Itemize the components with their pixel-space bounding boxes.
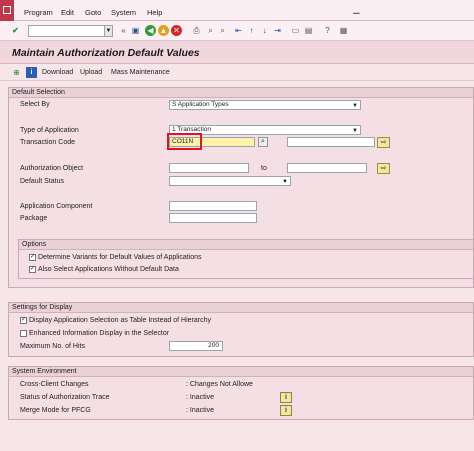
max-hits-input[interactable]: 200: [169, 341, 223, 351]
chevron-down-icon: ▼: [352, 103, 358, 109]
mass-maintenance-button[interactable]: Mass Maintenance: [111, 69, 170, 76]
next-page-icon[interactable]: ↓: [259, 25, 270, 36]
merge-mode-label: Merge Mode for PFCG: [20, 407, 91, 414]
default-status-label: Default Status: [20, 178, 64, 185]
settings-display-header: Settings for Display: [12, 304, 73, 311]
help-icon[interactable]: ?: [322, 25, 333, 36]
authorization-object-to-input[interactable]: [287, 163, 367, 173]
menu-edit[interactable]: Edit: [61, 8, 74, 17]
chevron-down-icon: ▼: [352, 128, 358, 134]
cancel-icon[interactable]: ✕: [171, 25, 182, 36]
system-toolbar: ✔ ▼ « ▣ ◀ ▲ ✕ ⎙ ⌕ ⌕ ⇤ ↑ ↓ ⇥ ▭ ▤ ? ▦: [0, 21, 474, 41]
enter-icon[interactable]: ✔: [10, 25, 21, 36]
options-header: Options: [22, 241, 47, 248]
cross-client-value: : Changes Not Allowe: [186, 381, 253, 388]
default-selection-header: Default Selection: [12, 89, 65, 96]
sap-menu-icon[interactable]: [0, 0, 14, 21]
command-field[interactable]: [28, 25, 112, 37]
highlight-box: [167, 133, 202, 150]
merge-mode-info-icon[interactable]: i: [280, 405, 292, 416]
package-label: Package: [20, 215, 48, 222]
type-of-application-label: Type of Application: [20, 127, 79, 134]
menu-program[interactable]: Program: [24, 8, 53, 17]
menu-system[interactable]: System: [111, 8, 136, 17]
display-as-table-checkbox[interactable]: ✓: [20, 317, 27, 324]
application-component-input[interactable]: [169, 201, 257, 211]
menu-help[interactable]: Help: [147, 8, 162, 17]
exit-icon[interactable]: ▲: [158, 25, 169, 36]
info-icon[interactable]: i: [26, 67, 37, 78]
last-page-icon[interactable]: ⇥: [272, 25, 283, 36]
application-component-label: Application Component: [20, 203, 93, 210]
page-title: Maintain Authorization Default Values: [12, 47, 200, 59]
to-label: to: [261, 165, 267, 172]
command-history-icon[interactable]: ▼: [104, 25, 113, 37]
default-status-dropdown[interactable]: ▼: [169, 176, 291, 186]
determine-variants-label: Determine Variants for Default Values of…: [38, 254, 202, 261]
download-button[interactable]: Download: [42, 69, 73, 76]
transaction-code-label: Transaction Code: [20, 139, 75, 146]
upload-button[interactable]: Upload: [80, 69, 102, 76]
execute-icon[interactable]: ⊕: [11, 67, 22, 78]
determine-variants-checkbox[interactable]: ✓: [29, 254, 36, 261]
title-bar: Maintain Authorization Default Values: [0, 41, 474, 64]
back-arrows-icon[interactable]: «: [118, 25, 129, 36]
select-without-default-label: Also Select Applications Without Default…: [38, 266, 179, 273]
authorization-object-label: Authorization Object: [20, 165, 84, 172]
save-icon[interactable]: ▣: [130, 25, 141, 36]
first-page-icon[interactable]: ⇤: [233, 25, 244, 36]
select-by-label: Select By: [20, 101, 50, 108]
max-hits-label: Maximum No. of Hits: [20, 343, 85, 350]
print-icon[interactable]: ⎙: [191, 25, 202, 36]
enhanced-info-checkbox[interactable]: [20, 330, 27, 337]
auth-trace-info-icon[interactable]: i: [280, 392, 292, 403]
display-as-table-label: Display Application Selection as Table I…: [29, 317, 211, 324]
enhanced-info-label: Enhanced Information Display in the Sele…: [29, 330, 170, 337]
find-next-icon[interactable]: ⌕: [217, 25, 228, 36]
auth-trace-label: Status of Authorization Trace: [20, 394, 110, 401]
transaction-code-to-input[interactable]: [287, 137, 375, 147]
new-session-icon[interactable]: ▭: [290, 25, 301, 36]
application-toolbar: ⊕ i Download Upload Mass Maintenance: [0, 64, 474, 81]
multiple-selection-icon[interactable]: ⇨: [377, 137, 390, 148]
system-environment-header: System Environment: [12, 368, 77, 375]
minimize-icon[interactable]: ▁: [351, 4, 362, 15]
multiple-selection-icon[interactable]: ⇨: [377, 163, 390, 174]
search-help-icon[interactable]: ⌕: [258, 137, 268, 147]
shortcut-icon[interactable]: ▤: [303, 25, 314, 36]
menu-bar: Program Edit Goto System Help ▁: [0, 0, 474, 21]
package-input[interactable]: [169, 213, 257, 223]
chevron-down-icon: ▼: [282, 179, 288, 185]
find-icon[interactable]: ⌕: [205, 25, 216, 36]
cross-client-label: Cross-Client Changes: [20, 381, 89, 388]
select-without-default-checkbox[interactable]: ✓: [29, 266, 36, 273]
select-by-dropdown[interactable]: S Application Types ▼: [169, 100, 361, 110]
previous-page-icon[interactable]: ↑: [246, 25, 257, 36]
authorization-object-input[interactable]: [169, 163, 249, 173]
layout-icon[interactable]: ▦: [338, 25, 349, 36]
auth-trace-value: : Inactive: [186, 394, 215, 401]
merge-mode-value: : Inactive: [186, 407, 215, 414]
back-icon[interactable]: ◀: [145, 25, 156, 36]
menu-goto[interactable]: Goto: [85, 8, 101, 17]
